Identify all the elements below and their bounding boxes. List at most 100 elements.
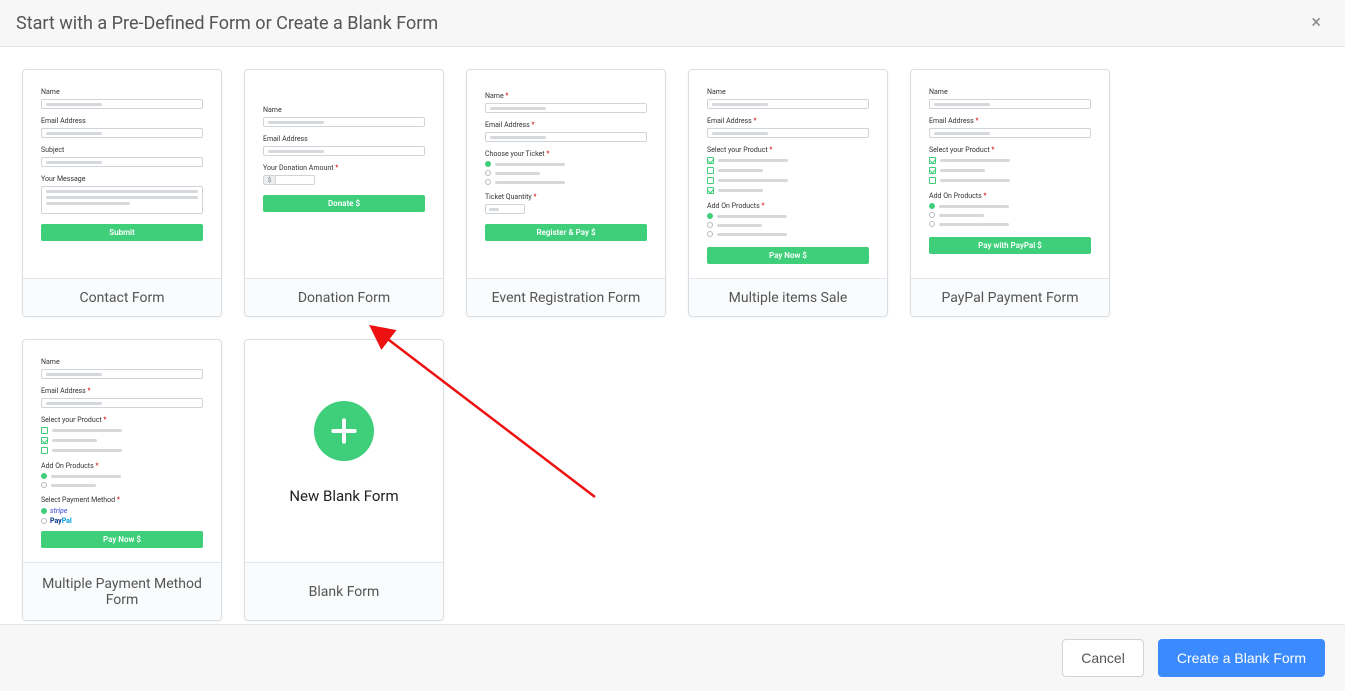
plus-icon bbox=[314, 401, 374, 461]
field-label: Email Address bbox=[263, 135, 425, 143]
submit-button-preview: Pay with PayPal $ bbox=[929, 237, 1091, 254]
checkbox-option bbox=[929, 177, 1091, 184]
field-label: Choose your Ticket bbox=[485, 150, 647, 158]
radio-option bbox=[707, 231, 869, 237]
field-label: Name bbox=[707, 88, 869, 96]
number-field bbox=[485, 204, 525, 214]
card-label: Blank Form bbox=[245, 562, 443, 620]
radio-option bbox=[929, 203, 1091, 209]
radio-option bbox=[929, 221, 1091, 227]
text-field bbox=[41, 398, 203, 408]
textarea-field bbox=[41, 186, 203, 214]
checkbox-option bbox=[707, 177, 869, 184]
template-card-multi-payment[interactable]: Name Email Address Select your Product A… bbox=[22, 339, 222, 621]
field-label: Email Address bbox=[485, 121, 647, 129]
blank-form-text: New Blank Form bbox=[289, 487, 398, 505]
radio-option bbox=[41, 473, 203, 479]
radio-option bbox=[485, 161, 647, 167]
field-label: Name bbox=[929, 88, 1091, 96]
modal-header: Start with a Pre-Defined Form or Create … bbox=[0, 0, 1345, 47]
submit-button-preview: Donate $ bbox=[263, 195, 425, 212]
field-label: Select your Product bbox=[41, 416, 203, 424]
submit-button-preview: Pay Now $ bbox=[41, 531, 203, 548]
radio-option bbox=[929, 212, 1091, 218]
paypal-option: PayPal bbox=[41, 517, 203, 525]
card-label: Multiple items Sale bbox=[689, 278, 887, 316]
text-field bbox=[707, 99, 869, 109]
field-label: Ticket Quantity bbox=[485, 193, 647, 201]
card-label: Event Registration Form bbox=[467, 278, 665, 316]
submit-button-preview: Submit bbox=[41, 224, 203, 241]
template-card-blank[interactable]: New Blank Form Blank Form bbox=[244, 339, 444, 621]
card-preview: Name Email Address Select your Product A… bbox=[911, 70, 1109, 278]
text-field bbox=[41, 99, 203, 109]
field-label: Name bbox=[263, 106, 425, 114]
text-field bbox=[263, 146, 425, 156]
stripe-option: stripe bbox=[41, 507, 203, 515]
template-card-event[interactable]: Name Email Address Choose your Ticket Ti… bbox=[466, 69, 666, 317]
modal-title: Start with a Pre-Defined Form or Create … bbox=[16, 13, 438, 34]
text-field bbox=[263, 117, 425, 127]
checkbox-option bbox=[41, 427, 203, 434]
field-label: Add On Products bbox=[41, 462, 203, 470]
field-label: Email Address bbox=[41, 387, 203, 395]
radio-option bbox=[707, 213, 869, 219]
text-field bbox=[929, 128, 1091, 138]
text-field bbox=[929, 99, 1091, 109]
field-label: Name bbox=[41, 88, 203, 96]
field-label: Email Address bbox=[929, 117, 1091, 125]
field-label: Add On Products bbox=[929, 192, 1091, 200]
card-preview: Name Email Address Select your Product A… bbox=[23, 340, 221, 562]
text-field bbox=[41, 128, 203, 138]
text-field bbox=[41, 369, 203, 379]
modal-body: Name Email Address Subject Your Message … bbox=[0, 47, 1345, 624]
checkbox-option bbox=[41, 437, 203, 444]
template-card-donation[interactable]: Name Email Address Your Donation Amount … bbox=[244, 69, 444, 317]
card-preview: Name Email Address Your Donation Amount … bbox=[245, 70, 443, 278]
field-label: Your Donation Amount bbox=[263, 164, 425, 172]
currency-field: $ bbox=[263, 175, 425, 185]
card-label: Multiple Payment Method Form bbox=[23, 562, 221, 620]
card-preview: New Blank Form bbox=[245, 340, 443, 562]
form-template-modal: Start with a Pre-Defined Form or Create … bbox=[0, 0, 1345, 691]
field-label: Name bbox=[485, 92, 647, 100]
card-preview: Name Email Address Select your Product A… bbox=[689, 70, 887, 278]
checkbox-option bbox=[929, 167, 1091, 174]
card-label: Contact Form bbox=[23, 278, 221, 316]
template-card-contact[interactable]: Name Email Address Subject Your Message … bbox=[22, 69, 222, 317]
text-field bbox=[485, 132, 647, 142]
field-label: Email Address bbox=[707, 117, 869, 125]
field-label: Add On Products bbox=[707, 202, 869, 210]
checkbox-option bbox=[707, 157, 869, 164]
radio-option bbox=[41, 482, 203, 488]
field-label: Select Payment Method bbox=[41, 496, 203, 504]
radio-option bbox=[707, 222, 869, 228]
currency-symbol: $ bbox=[263, 175, 275, 185]
card-preview: Name Email Address Choose your Ticket Ti… bbox=[467, 70, 665, 278]
text-field bbox=[485, 103, 647, 113]
checkbox-option bbox=[707, 187, 869, 194]
radio-option bbox=[485, 179, 647, 185]
modal-footer: Cancel Create a Blank Form bbox=[0, 624, 1345, 691]
card-preview: Name Email Address Subject Your Message … bbox=[23, 70, 221, 278]
card-label: Donation Form bbox=[245, 278, 443, 316]
field-label: Select your Product bbox=[929, 146, 1091, 154]
template-card-multi-sale[interactable]: Name Email Address Select your Product A… bbox=[688, 69, 888, 317]
template-grid: Name Email Address Subject Your Message … bbox=[22, 69, 1323, 621]
radio-option bbox=[485, 170, 647, 176]
field-label: Subject bbox=[41, 146, 203, 154]
checkbox-option bbox=[707, 167, 869, 174]
close-icon[interactable]: × bbox=[1303, 10, 1329, 36]
field-label: Email Address bbox=[41, 117, 203, 125]
checkbox-option bbox=[929, 157, 1091, 164]
submit-button-preview: Pay Now $ bbox=[707, 247, 869, 264]
create-blank-form-button[interactable]: Create a Blank Form bbox=[1158, 639, 1325, 677]
field-label: Your Message bbox=[41, 175, 203, 183]
text-field bbox=[707, 128, 869, 138]
field-label: Name bbox=[41, 358, 203, 366]
checkbox-option bbox=[41, 447, 203, 454]
cancel-button[interactable]: Cancel bbox=[1062, 639, 1144, 677]
template-card-paypal[interactable]: Name Email Address Select your Product A… bbox=[910, 69, 1110, 317]
text-field bbox=[41, 157, 203, 167]
card-label: PayPal Payment Form bbox=[911, 278, 1109, 316]
